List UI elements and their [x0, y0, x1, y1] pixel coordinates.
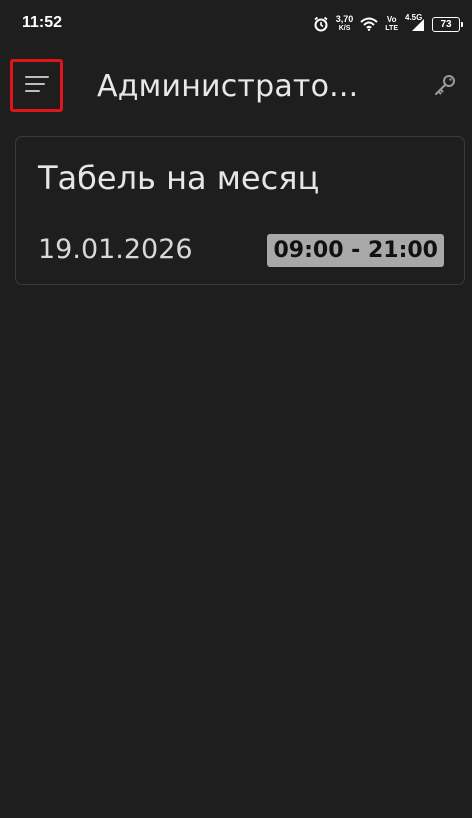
volte-indicator: Vo LTE [385, 15, 398, 33]
app-screen: 11:52 3,70 K/S Vo LTE 4.5G 73 Администра… [0, 0, 472, 818]
status-time: 11:52 [22, 14, 63, 31]
wifi-icon [360, 17, 378, 31]
network-speed-unit: K/S [338, 25, 351, 32]
menu-button[interactable] [10, 59, 63, 112]
network-speed-value: 3,70 [335, 14, 354, 24]
key-icon [433, 73, 457, 101]
volte-top: Vo [386, 15, 397, 24]
status-bar: 11:52 3,70 K/S Vo LTE 4.5G 73 [0, 0, 472, 48]
app-bar: Администрато... [0, 52, 472, 120]
page-title: Администрато... [97, 69, 359, 104]
card-title: Табель на месяц [38, 159, 320, 197]
network-speed: 3,70 K/S [336, 15, 354, 33]
timesheet-card[interactable]: Табель на месяц 19.01.2026 09:00 - 21:00 [15, 136, 465, 285]
signal-indicator: 4.5G [405, 13, 425, 32]
status-icons: 3,70 K/S Vo LTE 4.5G 73 [313, 13, 463, 35]
menu-icon [24, 74, 50, 98]
card-date: 19.01.2026 [38, 234, 193, 265]
shift-time-badge: 09:00 - 21:00 [267, 234, 444, 267]
key-button[interactable] [430, 72, 460, 102]
battery-icon: 73 [432, 16, 463, 32]
network-type: 4.5G [405, 13, 423, 22]
alarm-icon [313, 16, 329, 32]
battery-level: 73 [440, 18, 452, 30]
volte-bottom: LTE [385, 25, 398, 32]
